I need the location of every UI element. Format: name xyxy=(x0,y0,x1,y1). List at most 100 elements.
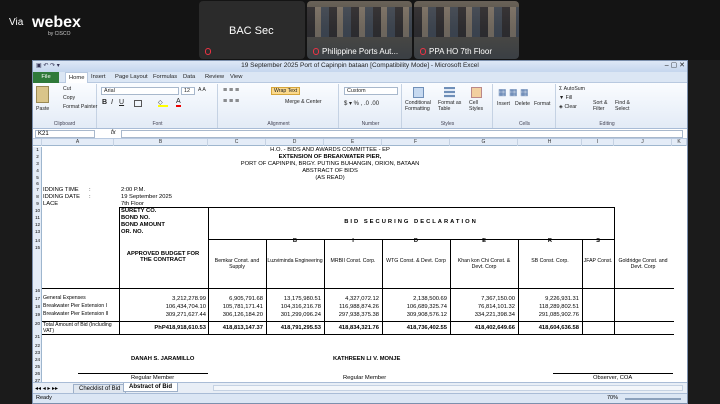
total-bid[interactable]: 418,791,295.53 xyxy=(266,325,321,331)
row-number[interactable]: 7 xyxy=(33,187,42,192)
bold-button[interactable]: B xyxy=(102,99,107,106)
bid-amount[interactable]: 76,814,101.32 xyxy=(450,304,515,310)
row-number[interactable]: 20 xyxy=(33,321,42,326)
format-cells-button[interactable]: Format xyxy=(534,101,550,107)
fill-color-icon[interactable]: ◇ xyxy=(158,99,168,107)
row-number[interactable]: 14 xyxy=(33,238,42,243)
cut-button[interactable]: Cut xyxy=(63,86,71,92)
insert-cells-button[interactable]: Insert xyxy=(497,101,510,107)
bid-amount[interactable]: 116,988,874.26 xyxy=(324,304,379,310)
participant-tile-ppa[interactable]: Philippine Ports Aut... xyxy=(307,1,412,59)
cell-styles-button[interactable]: Cell Styles xyxy=(469,100,489,112)
number-format-box[interactable]: Custom xyxy=(344,87,398,95)
row-number[interactable]: 19 xyxy=(33,312,42,317)
find-select-button[interactable]: Find & Select xyxy=(615,100,637,112)
paste-icon[interactable] xyxy=(36,86,49,103)
row-number[interactable]: 23 xyxy=(33,350,42,355)
row-number[interactable]: 1 xyxy=(33,147,42,152)
horizontal-scrollbar[interactable] xyxy=(213,385,683,391)
bid-amount[interactable]: 306,126,184.20 xyxy=(208,312,263,318)
bid-amount[interactable]: 334,221,398.34 xyxy=(450,312,515,318)
tab-insert[interactable]: Insert xyxy=(91,74,106,80)
item-label[interactable]: Breakwater Pier Extension II xyxy=(43,311,108,318)
column-header[interactable]: A xyxy=(42,139,114,146)
row-number[interactable]: 13 xyxy=(33,229,42,234)
name-box[interactable]: K21 xyxy=(35,130,95,138)
row-number[interactable]: 15 xyxy=(33,245,42,250)
align-top-icon[interactable]: ≡ ≡ ≡ xyxy=(223,87,239,94)
column-header[interactable]: K xyxy=(672,139,687,146)
column-header[interactable]: I xyxy=(582,139,614,146)
tab-data[interactable]: Data xyxy=(183,74,195,80)
bid-amount[interactable]: 2,138,500.69 xyxy=(382,296,447,302)
total-bid[interactable]: 418,813,147.37 xyxy=(208,325,263,331)
total-bid[interactable]: 418,402,649.66 xyxy=(450,325,515,331)
total-label[interactable]: Total Amount of Bid (Including VAT) xyxy=(43,322,119,334)
bid-amount[interactable]: 4,327,072.12 xyxy=(324,296,379,302)
tab-page-layout[interactable]: Page Layout xyxy=(115,74,148,80)
bid-amount[interactable]: 297,938,375.38 xyxy=(324,312,379,318)
bid-amount[interactable]: 105,781,171.41 xyxy=(208,304,263,310)
paste-button[interactable]: Paste xyxy=(36,106,49,112)
copy-button[interactable]: Copy xyxy=(63,95,75,101)
item-abc[interactable]: 309,271,627.44 xyxy=(120,312,206,318)
italic-button[interactable]: I xyxy=(111,99,113,106)
select-all[interactable] xyxy=(33,139,42,146)
row-number[interactable]: 17 xyxy=(33,296,42,301)
tab-formulas[interactable]: Formulas xyxy=(153,74,177,80)
row-number[interactable]: 3 xyxy=(33,161,42,166)
item-abc[interactable]: 106,434,704.10 xyxy=(120,304,206,310)
sort-filter-button[interactable]: Sort & Filter xyxy=(593,100,615,112)
sheet-tab-abstract[interactable]: Abstract of Bid xyxy=(123,383,179,392)
autosum-button[interactable]: Σ AutoSum xyxy=(559,86,585,92)
row-number[interactable]: 16 xyxy=(33,288,42,293)
column-header[interactable]: D xyxy=(266,139,324,146)
sheet-nav-icons[interactable]: ◂◂ ◂ ▸ ▸▸ xyxy=(35,385,58,392)
column-header[interactable]: B xyxy=(114,139,208,146)
bid-amount[interactable]: 104,316,216.78 xyxy=(266,304,321,310)
font-size-box[interactable]: 12 xyxy=(181,87,195,95)
row-number[interactable]: 12 xyxy=(33,222,42,227)
item-label[interactable]: General Expenses xyxy=(43,295,86,302)
bid-amount[interactable]: 118,289,802.51 xyxy=(518,304,579,310)
column-header[interactable]: J xyxy=(614,139,672,146)
row-number[interactable]: 25 xyxy=(33,364,42,369)
row-number[interactable]: 6 xyxy=(33,181,42,186)
merge-center-button[interactable]: Merge & Center xyxy=(285,99,322,105)
window-controls[interactable]: – ▢ ✕ xyxy=(665,61,685,69)
tab-file[interactable]: File xyxy=(33,72,59,83)
borders-icon[interactable] xyxy=(134,100,142,107)
bid-amount[interactable]: 13,175,980.51 xyxy=(266,296,321,302)
worksheet-grid[interactable]: 1 2 3 4 5 6 7 8 9 10 11 12 13 14 15 16 17 18 19 20 21 22 23 24 2… xyxy=(33,147,687,383)
bid-amount[interactable]: 6,905,791.68 xyxy=(208,296,263,302)
total-abc[interactable]: PhP418,918,610.53 xyxy=(120,325,206,331)
bid-amount[interactable]: 7,367,150.00 xyxy=(450,296,515,302)
clear-button[interactable]: ◈ Clear xyxy=(559,104,577,110)
total-bid[interactable]: 418,834,321.76 xyxy=(324,325,379,331)
font-color-icon[interactable]: A xyxy=(176,98,181,107)
total-bid[interactable]: 418,736,402.55 xyxy=(382,325,447,331)
row-number[interactable]: 2 xyxy=(33,154,42,159)
tab-review[interactable]: Review xyxy=(205,74,224,80)
cell-styles-icon[interactable] xyxy=(471,87,482,98)
conditional-formatting-button[interactable]: Conditional Formatting xyxy=(405,100,433,112)
fill-button[interactable]: ▼ Fill xyxy=(559,95,572,101)
item-label[interactable]: Breakwater Pier Extension I xyxy=(43,303,107,310)
row-number[interactable]: 11 xyxy=(33,215,42,220)
number-format-icons[interactable]: $ ▾ % , .0 .00 xyxy=(344,100,379,107)
align-center-icon[interactable]: ≡ ≡ ≡ xyxy=(223,98,239,105)
tab-view[interactable]: View xyxy=(230,74,242,80)
row-number[interactable]: 5 xyxy=(33,175,42,180)
row-number[interactable]: 22 xyxy=(33,343,42,348)
column-header[interactable]: H xyxy=(518,139,582,146)
row-number[interactable]: 8 xyxy=(33,194,42,199)
row-number[interactable]: 26 xyxy=(33,371,42,376)
conditional-formatting-icon[interactable] xyxy=(413,87,424,98)
bid-amount[interactable]: 309,908,576.12 xyxy=(382,312,447,318)
tab-home[interactable]: Home xyxy=(65,72,89,83)
zoom-slider[interactable] xyxy=(625,398,681,400)
column-header[interactable]: E xyxy=(324,139,382,146)
row-number[interactable]: 24 xyxy=(33,357,42,362)
row-number[interactable]: 10 xyxy=(33,208,42,213)
format-as-table-button[interactable]: Format as Table xyxy=(438,100,464,112)
